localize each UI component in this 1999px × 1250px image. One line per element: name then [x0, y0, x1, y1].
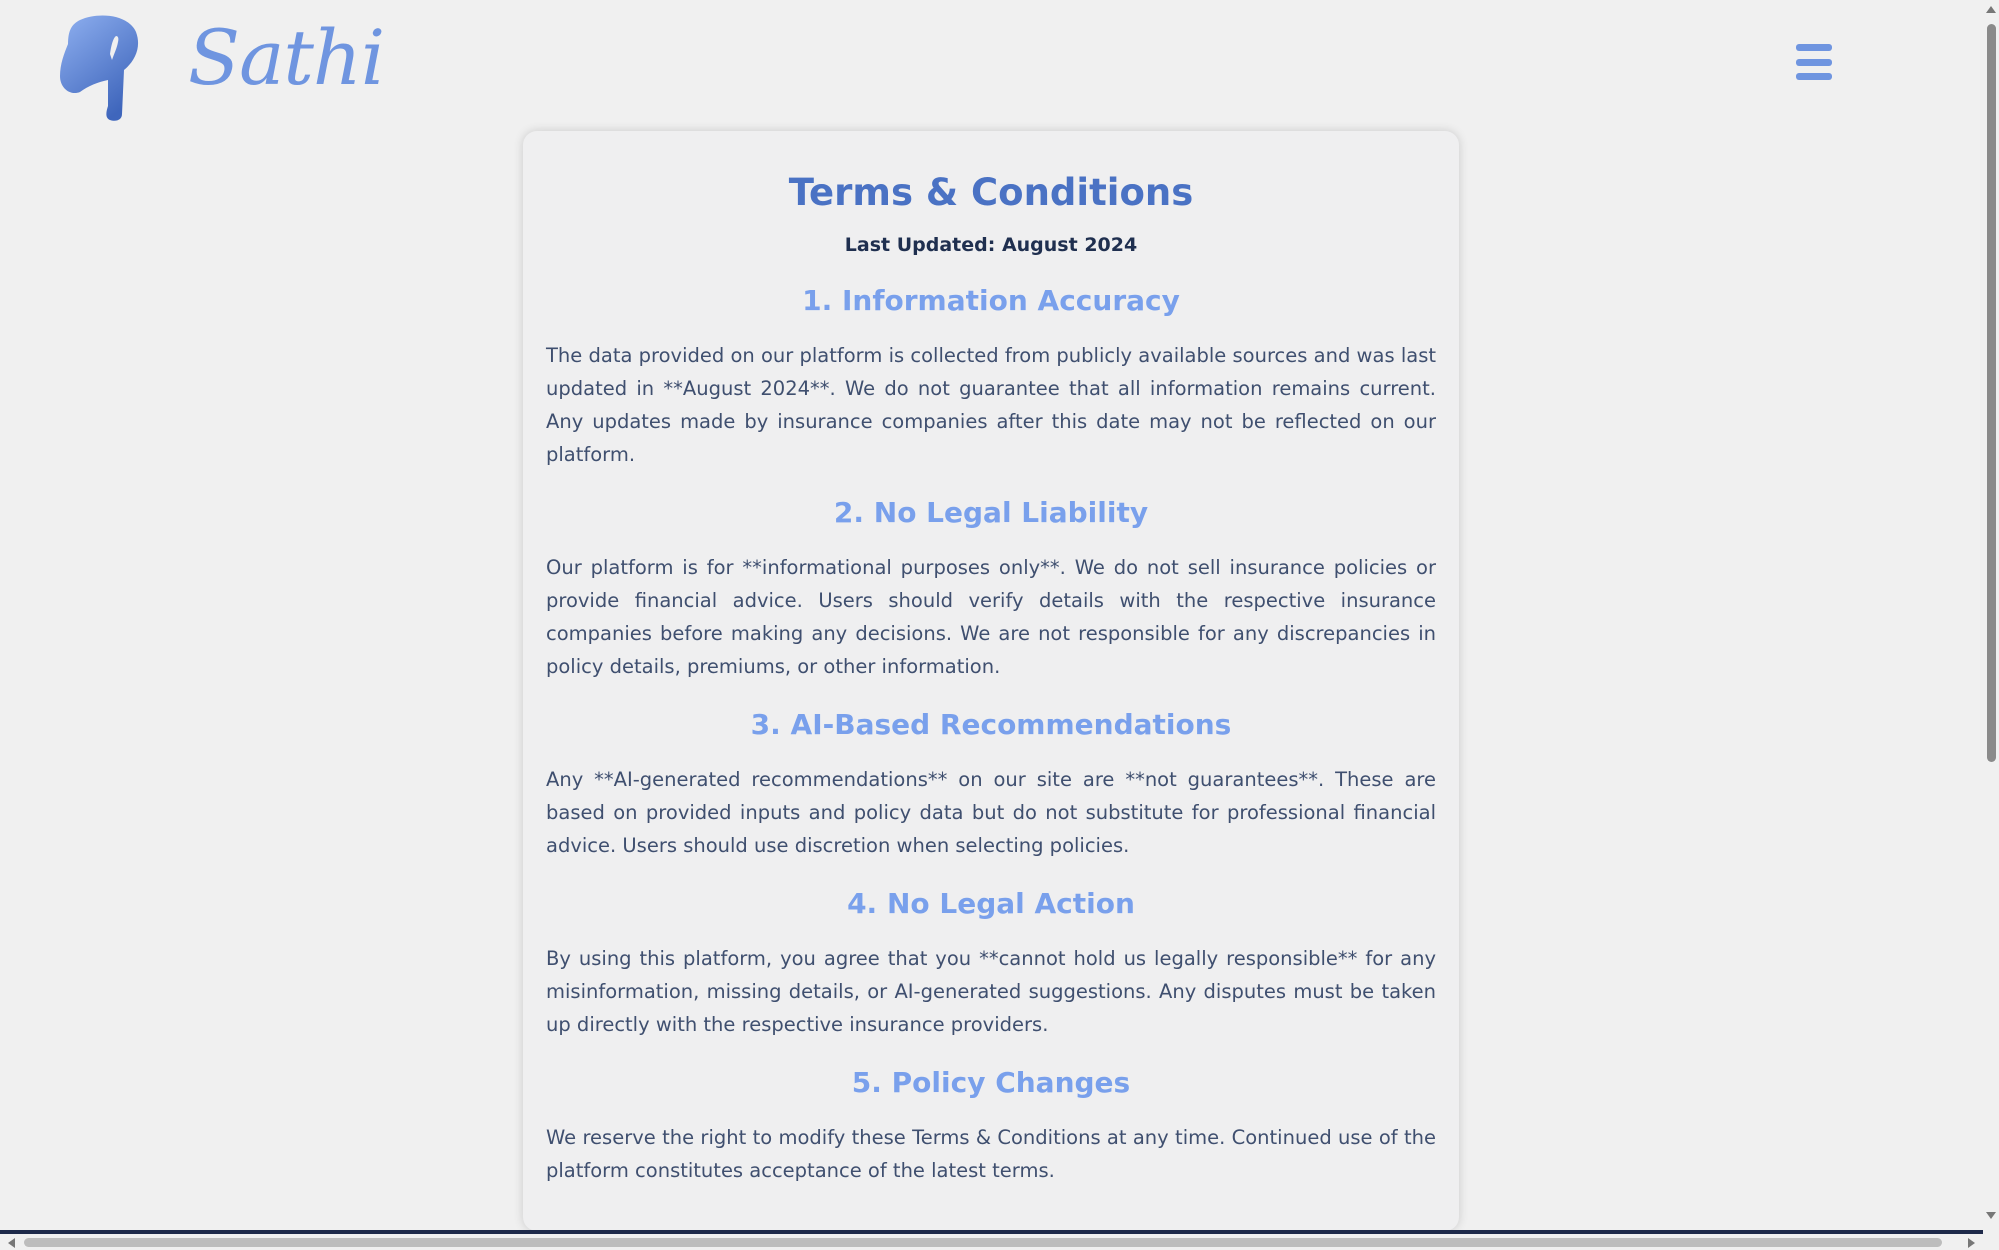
menu-bar: [1796, 58, 1832, 66]
vertical-scrollbar[interactable]: [1983, 0, 1999, 1250]
terms-card: Terms & Conditions Last Updated: August …: [523, 131, 1459, 1230]
vertical-scroll-thumb[interactable]: [1987, 24, 1996, 762]
section-body: By using this platform, you agree that y…: [546, 947, 1436, 1036]
section-heading: 3. AI-Based Recommendations: [750, 708, 1232, 741]
scroll-left-arrow-icon[interactable]: [8, 1238, 15, 1248]
section-heading: 1. Information Accuracy: [802, 284, 1180, 317]
scroll-down-arrow-icon[interactable]: [1986, 1212, 1996, 1219]
menu-bar: [1796, 73, 1832, 80]
horizontal-scrollbar[interactable]: [0, 1230, 1983, 1250]
page-title: Terms & Conditions: [788, 171, 1194, 214]
elephant-head-icon: [60, 15, 139, 121]
menu-bar: [1796, 44, 1832, 51]
section-body: Our platform is for **informational purp…: [546, 556, 1436, 678]
page-viewport: Sathi Terms & Conditions Last Updated: A…: [0, 0, 1983, 1230]
section-body: The data provided on our platform is col…: [546, 344, 1436, 466]
scroll-up-arrow-icon[interactable]: [1986, 6, 1996, 13]
section-heading: 5. Policy Changes: [851, 1066, 1131, 1099]
section-heading: 2. No Legal Liability: [833, 496, 1149, 529]
scroll-right-arrow-icon[interactable]: [1968, 1238, 1975, 1248]
horizontal-scroll-thumb[interactable]: [24, 1238, 1942, 1247]
section-body: We reserve the right to modify these Ter…: [546, 1126, 1436, 1182]
hamburger-menu-icon[interactable]: [1796, 44, 1832, 80]
section-heading: 4. No Legal Action: [847, 887, 1135, 920]
site-header: Sathi: [0, 0, 1983, 125]
last-updated: Last Updated: August 2024: [844, 234, 1138, 256]
logo-wordmark: Sathi: [188, 13, 385, 102]
section-body: Any **AI-generated recommendations** on …: [546, 768, 1436, 857]
site-logo[interactable]: Sathi: [58, 14, 385, 122]
